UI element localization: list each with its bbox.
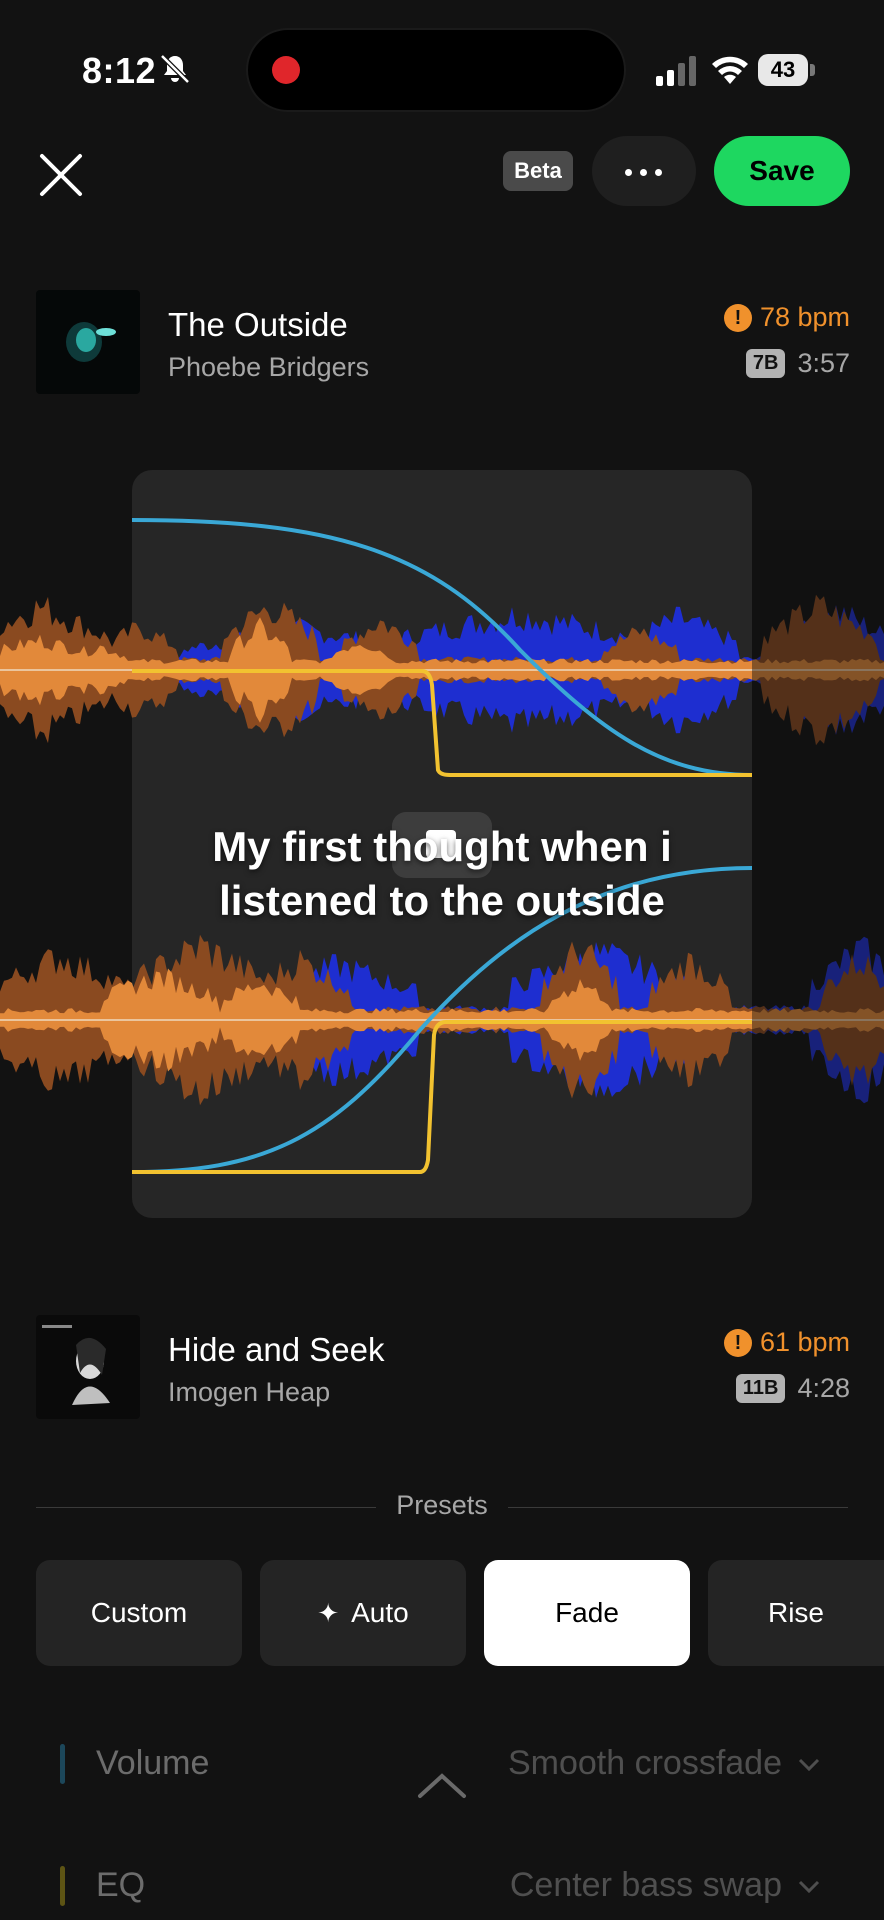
battery-level: 43 [758, 54, 808, 86]
setting-value-dropdown[interactable]: Smooth crossfade [508, 1744, 822, 1783]
preset-custom[interactable]: Custom [36, 1560, 242, 1666]
sparkle-icon: ✦ [317, 1598, 340, 1628]
warning-icon: ! [723, 1328, 752, 1357]
video-caption: My first thought when i listened to the … [0, 820, 884, 928]
setting-value: Smooth crossfade [507, 1744, 782, 1782]
caption-line-1: My first thought when i [212, 823, 672, 870]
status-bar: 8:12 43 [0, 0, 884, 140]
volume-color-bar [60, 1744, 65, 1784]
preset-fade[interactable]: Fade [484, 1560, 690, 1666]
track-title: The Outside [168, 306, 348, 343]
presets-label: Presets [396, 1490, 488, 1520]
preset-rise[interactable]: Rise [708, 1560, 884, 1666]
save-button[interactable]: Save [714, 136, 850, 206]
key-badge: 7B [745, 349, 786, 378]
track-duration: 3:57 [797, 348, 850, 378]
setting-row-eq[interactable]: EQ Center bass swap [60, 1856, 850, 1916]
track-artist: Phoebe Bridgers [168, 352, 370, 382]
dynamic-island [246, 28, 626, 112]
warning-icon: ! [723, 303, 752, 332]
track-meta: 11B 4:28 [735, 1373, 850, 1404]
chevron-down-icon [798, 1880, 820, 1893]
wifi-icon [712, 56, 748, 84]
more-options-button[interactable] [592, 136, 696, 206]
close-icon[interactable] [36, 150, 86, 200]
setting-name: EQ [96, 1866, 146, 1904]
battery-icon: 43 [758, 54, 816, 86]
beta-badge: Beta [503, 151, 573, 191]
album-art [36, 290, 140, 394]
track-title: Hide and Seek [168, 1331, 385, 1368]
presets-header: Presets [36, 1490, 848, 1526]
key-badge: 11B [735, 1374, 786, 1403]
recording-indicator-icon [272, 56, 300, 84]
track-meta: 7B 3:57 [745, 348, 850, 379]
setting-value-dropdown[interactable]: Center bass swap [510, 1866, 822, 1905]
caption-line-2: listened to the outside [219, 877, 665, 924]
cellular-signal-icon [656, 56, 696, 86]
track-artist: Imogen Heap [168, 1377, 331, 1407]
bell-muted-icon [160, 54, 190, 84]
track-row-outgoing[interactable]: The Outside Phoebe Bridgers ! 78 bpm 7B … [36, 290, 850, 396]
album-art [36, 1315, 140, 1419]
setting-value: Center bass swap [509, 1866, 782, 1904]
setting-name: Volume [96, 1744, 210, 1782]
track-duration: 4:28 [797, 1373, 850, 1403]
bpm-value: 61 bpm [759, 1327, 850, 1357]
chevron-down-icon [798, 1758, 820, 1771]
track-bpm: ! 61 bpm [723, 1327, 850, 1358]
bpm-value: 78 bpm [759, 302, 850, 332]
track-row-incoming[interactable]: Hide and Seek Imogen Heap ! 61 bpm 11B 4… [36, 1315, 850, 1421]
preset-auto[interactable]: ✦ Auto [260, 1560, 466, 1666]
status-time: 8:12 [82, 50, 157, 91]
track-bpm: ! 78 bpm [723, 302, 850, 333]
chevron-up-icon[interactable] [416, 1770, 468, 1800]
eq-color-bar [60, 1866, 65, 1906]
preset-auto-label: Auto [351, 1597, 409, 1628]
